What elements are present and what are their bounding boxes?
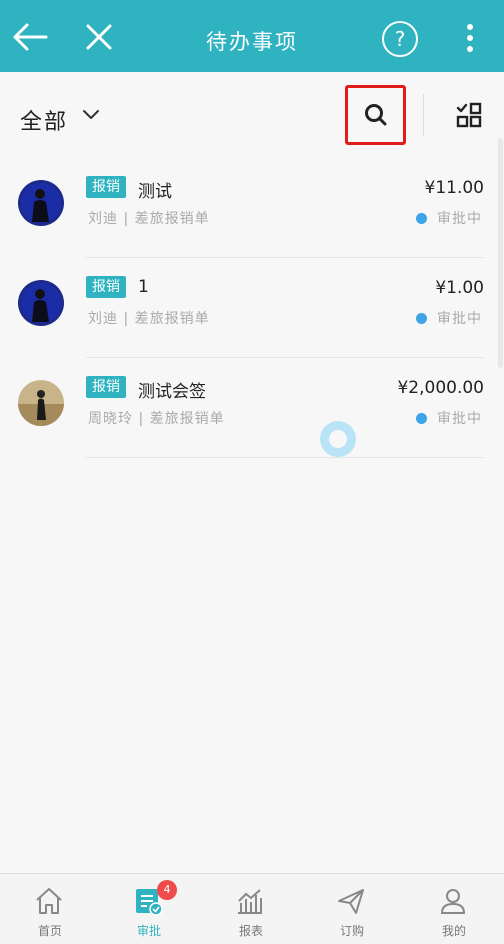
item-amount: ¥2,000.00 bbox=[397, 378, 484, 398]
nav-label: 我的 bbox=[441, 924, 466, 938]
form-name: 差旅报销单 bbox=[134, 211, 210, 227]
item-subtitle: 刘迪 | 差旅报销单 bbox=[88, 308, 210, 328]
form-name: 差旅报销单 bbox=[149, 411, 225, 427]
todo-list: 报销 测试 ¥11.00 刘迪 | 差旅报销单 审批中 报销 1 ¥1.00 刘… bbox=[0, 158, 504, 458]
separator: | bbox=[123, 311, 130, 327]
status-dot-icon bbox=[416, 412, 427, 424]
nav-label: 首页 bbox=[37, 924, 62, 938]
filter-bar: 全部 bbox=[0, 72, 504, 158]
nav-item-me[interactable]: 我的 bbox=[404, 874, 504, 944]
status-badge: 审批中 bbox=[416, 408, 482, 428]
loading-spinner-icon bbox=[320, 421, 356, 457]
more-options-icon[interactable] bbox=[458, 22, 482, 54]
nav-item-home[interactable]: 首页 bbox=[0, 874, 100, 944]
nav-item-reports[interactable]: 报表 bbox=[201, 874, 301, 944]
nav-label: 报表 bbox=[238, 924, 263, 938]
separator: | bbox=[138, 411, 145, 427]
search-icon bbox=[364, 104, 386, 126]
notification-badge: 4 bbox=[157, 880, 177, 900]
paper-plane-icon bbox=[338, 889, 364, 914]
status-text: 审批中 bbox=[437, 211, 482, 227]
chart-icon bbox=[238, 889, 262, 914]
list-item[interactable]: 报销 1 ¥1.00 刘迪 | 差旅报销单 审批中 bbox=[0, 258, 504, 358]
item-title: 测试会签 bbox=[138, 382, 206, 402]
grid-checklist-icon[interactable] bbox=[456, 102, 482, 128]
nav-label: 审批 bbox=[136, 924, 161, 938]
app-header: 待办事项 ? bbox=[0, 0, 504, 72]
list-item[interactable]: 报销 测试 ¥11.00 刘迪 | 差旅报销单 审批中 bbox=[0, 158, 504, 258]
help-button[interactable]: ? bbox=[382, 21, 418, 57]
status-dot-icon bbox=[416, 212, 427, 224]
item-title: 测试 bbox=[138, 182, 172, 202]
status-badge: 审批中 bbox=[416, 208, 482, 228]
item-amount: ¥1.00 bbox=[435, 278, 484, 298]
status-text: 审批中 bbox=[437, 411, 482, 427]
avatar bbox=[18, 280, 64, 326]
status-dot-icon bbox=[416, 312, 427, 324]
home-icon bbox=[36, 888, 62, 914]
item-title: 1 bbox=[138, 277, 149, 297]
item-subtitle: 周晓玲 | 差旅报销单 bbox=[88, 408, 225, 428]
type-tag: 报销 bbox=[86, 176, 126, 198]
page-title: 待办事项 bbox=[206, 30, 298, 54]
nav-label: 订购 bbox=[339, 924, 364, 938]
nav-item-approval[interactable]: 4 审批 bbox=[99, 874, 199, 944]
submitter-name: 周晓玲 bbox=[88, 411, 133, 427]
item-subtitle: 刘迪 | 差旅报销单 bbox=[88, 208, 210, 228]
status-badge: 审批中 bbox=[416, 308, 482, 328]
separator: | bbox=[123, 211, 130, 227]
avatar bbox=[18, 180, 64, 226]
type-tag: 报销 bbox=[86, 376, 126, 398]
filter-dropdown-label[interactable]: 全部 bbox=[20, 104, 68, 136]
submitter-name: 刘迪 bbox=[88, 211, 118, 227]
nav-item-order[interactable]: 订购 bbox=[302, 874, 402, 944]
bottom-nav: 首页 4 审批 报表 订购 我的 bbox=[0, 873, 504, 944]
avatar bbox=[18, 380, 64, 426]
search-button[interactable] bbox=[345, 85, 406, 145]
item-amount: ¥11.00 bbox=[424, 178, 484, 198]
submitter-name: 刘迪 bbox=[88, 311, 118, 327]
divider bbox=[86, 457, 484, 458]
type-tag: 报销 bbox=[86, 276, 126, 298]
toolbar-divider bbox=[423, 94, 424, 136]
list-item[interactable]: 报销 测试会签 ¥2,000.00 周晓玲 | 差旅报销单 审批中 bbox=[0, 358, 504, 458]
user-icon bbox=[440, 889, 466, 914]
status-text: 审批中 bbox=[437, 311, 482, 327]
form-name: 差旅报销单 bbox=[134, 311, 210, 327]
chevron-down-icon[interactable] bbox=[82, 108, 100, 122]
